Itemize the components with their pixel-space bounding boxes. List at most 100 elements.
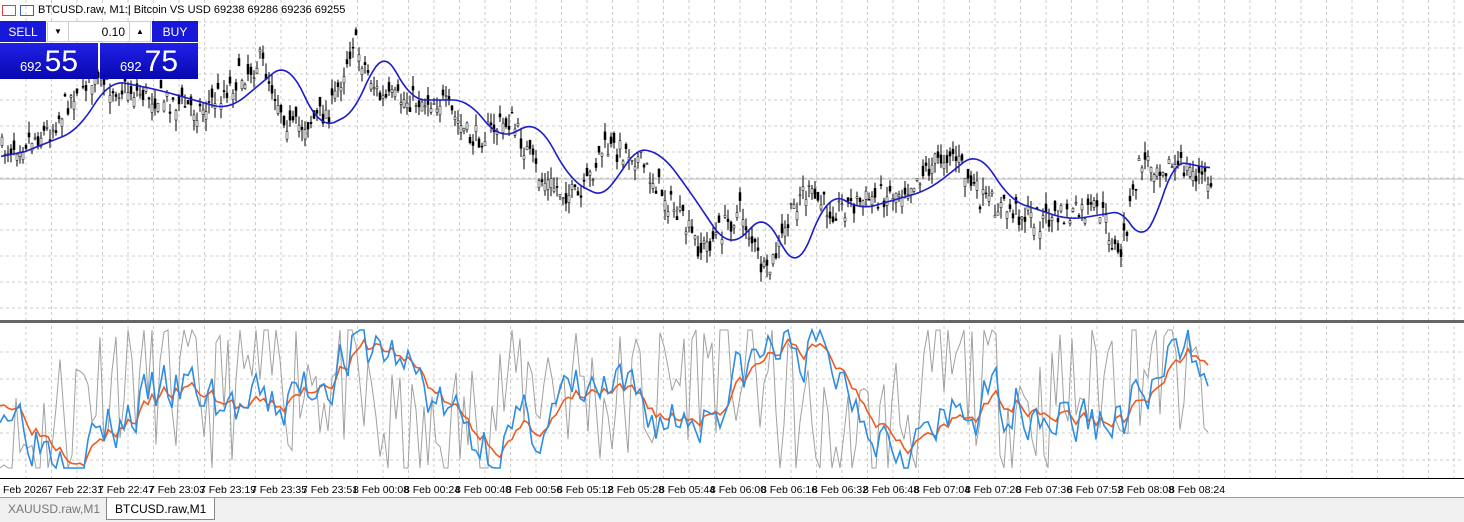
candle-body [258,49,262,52]
candle-body [342,76,346,84]
candle-body [429,108,433,113]
candle-body [630,159,634,162]
candle-body [201,109,205,115]
candle-body [555,186,559,188]
buy-price-small: 692 [119,59,142,74]
candle-body [756,247,760,251]
candle-body [129,86,133,94]
candle-body [552,187,556,192]
candle-body [1008,204,1012,209]
candle-body [456,120,460,124]
candle-body [534,158,538,164]
tab-btcusd[interactable]: BTCUSD.raw,M1 [106,498,216,520]
candle-body [702,240,706,244]
lot-decrease-icon[interactable]: ▼ [48,22,68,41]
candle-body [138,93,142,96]
lot-increase-icon[interactable]: ▲ [130,22,150,41]
candle-body [177,96,181,105]
candle-body [990,191,994,195]
candle-body [729,221,733,232]
candle-body [825,215,829,218]
candle-body [162,101,166,112]
candle-body [237,58,241,67]
candle-body [1056,218,1060,223]
candle-body [1182,172,1186,177]
candle-body [396,84,400,91]
candle-body [822,191,826,195]
candle-body [972,182,976,184]
candle-body [1152,174,1156,182]
candle-body [1203,167,1207,172]
candle-body [711,231,715,240]
candle-body [621,160,625,166]
candle-body [525,146,529,151]
candle-body [753,239,757,243]
lot-size-input[interactable]: 0.10 [68,22,130,41]
candle-body [387,82,391,92]
candle-body [360,68,364,75]
candle-body [1197,166,1201,173]
buy-price-button[interactable]: 692 75 [100,43,198,79]
candle-body [1062,222,1066,225]
candle-body [1068,220,1072,224]
tab-xauusd[interactable]: XAUUSD.raw,M1 [0,498,108,519]
candle-body [66,108,70,115]
sell-button[interactable]: SELL [0,21,46,42]
candle-body [561,197,565,199]
time-label: 8 Feb 00:24 [404,484,461,496]
candle-body [528,140,532,149]
candle-body [672,209,676,212]
buy-button[interactable]: BUY [152,21,198,42]
candle-body [291,116,295,121]
symbol-info-icon[interactable] [20,4,34,16]
candle-body [204,111,208,120]
candle-body [921,165,925,177]
candle-body [696,246,700,257]
candle-body [951,148,955,154]
candle-body [1194,175,1198,182]
one-click-trading-icon[interactable] [2,4,16,16]
candle-body [888,185,892,192]
candle-body [669,191,673,195]
time-label: 8 Feb 00:56 [506,484,563,496]
candle-body [708,241,712,251]
candle-body [24,144,28,149]
candle-body [414,105,418,107]
candle-body [813,188,817,199]
sell-price-button[interactable]: 692 55 [0,43,98,79]
candle-body [867,199,871,201]
candle-body [1119,249,1123,257]
candle-body [693,235,697,240]
candle-body [1149,167,1153,174]
candle-body [153,98,157,109]
candle-body [450,105,454,111]
candle-body [1083,218,1087,224]
buy-price-big: 75 [144,45,179,78]
candle-body [735,212,739,218]
candle-body [573,184,577,187]
candle-body [801,186,805,191]
candle-body [57,115,61,120]
candle-body [33,137,37,140]
lot-size-stepper[interactable]: ▼ 0.10 ▲ [47,21,151,42]
chart-title: BTCUSD.raw, M1:| Bitcoin VS USD 69238 69… [2,4,345,16]
price-chart[interactable] [0,0,1464,478]
candle-body [120,90,124,95]
time-axis: Feb 2026 7 Feb 22:31 7 Feb 22:47 7 Feb 23:0… [0,478,1464,497]
candle-body [792,204,796,209]
candle-body [240,80,244,89]
candle-body [1095,200,1099,207]
candle-body [894,192,898,204]
candle-body [1155,167,1159,177]
candle-body [543,183,547,192]
candle-body [870,196,874,206]
time-label: Feb 2026 [3,484,48,496]
candle-body [72,101,76,110]
candle-body [1092,200,1096,208]
candle-body [1071,208,1075,212]
candle-body [81,85,85,88]
candle-body [567,194,571,203]
candle-body [726,218,730,223]
candle-body [468,137,472,144]
candle-body [570,184,574,190]
